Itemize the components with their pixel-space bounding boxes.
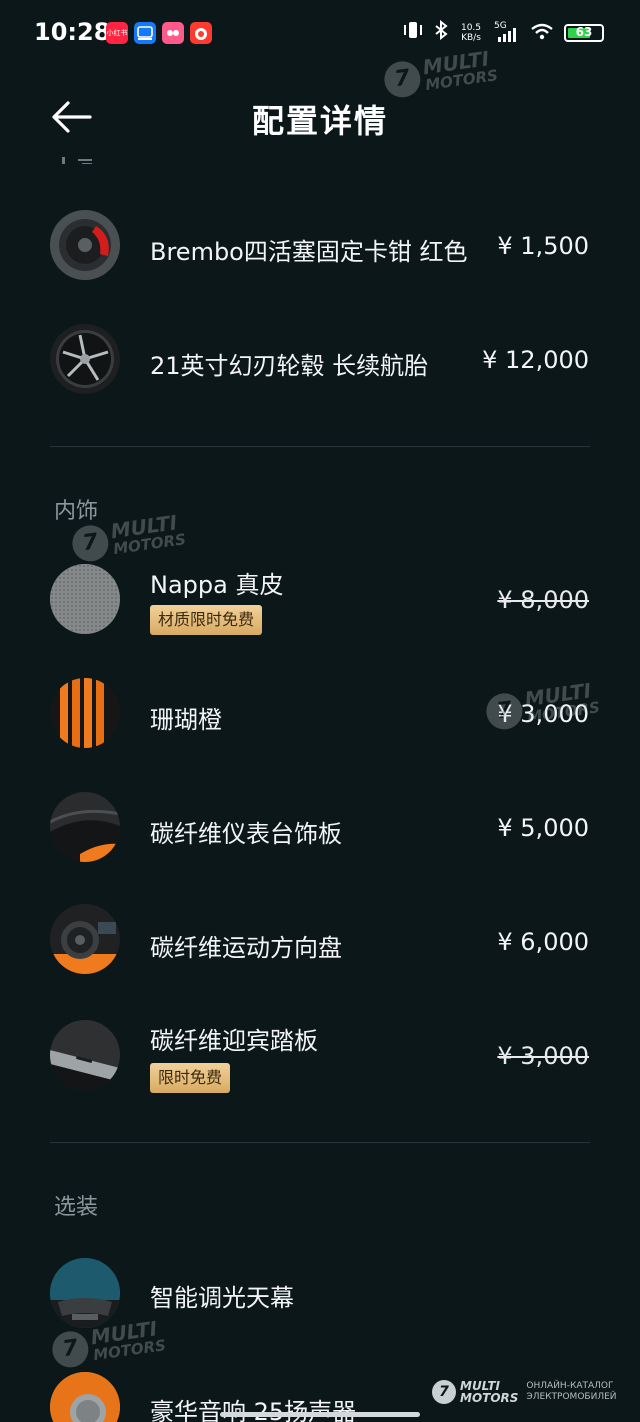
battery-level: 63 bbox=[575, 24, 593, 39]
item-price-struck: ¥ 3,000 bbox=[497, 1042, 589, 1070]
status-time: 10:28 bbox=[34, 18, 111, 46]
net-speed-unit: KB/s bbox=[461, 32, 481, 43]
promo-badge: 限时免费 bbox=[150, 1063, 231, 1093]
list-item-nappa-leather[interactable]: Nappa 真皮 材质限时免费 ¥ 8,000 bbox=[0, 548, 640, 658]
home-indicator[interactable] bbox=[220, 1412, 420, 1417]
item-price: ¥ 1,500 bbox=[497, 232, 589, 260]
item-name: 碳纤维仪表台饰板 bbox=[150, 820, 342, 848]
door-sill-thumb bbox=[50, 1020, 120, 1090]
list-item-door-sill[interactable]: 碳纤维迎宾踏板 限时免费 ¥ 3,000 bbox=[0, 1004, 640, 1114]
steering-wheel-thumb bbox=[50, 904, 120, 974]
item-name: 碳纤维运动方向盘 bbox=[150, 934, 342, 962]
leather-thumb bbox=[50, 564, 120, 634]
list-item-brake-caliper[interactable]: Brembo四活塞固定卡钳 红色 ¥ 1,500 bbox=[0, 198, 640, 298]
sky-roof-thumb bbox=[50, 1258, 120, 1328]
item-price: ¥ 5,000 bbox=[497, 814, 589, 842]
list-item-coral-orange[interactable]: 珊瑚橙 ¥ 3,000 bbox=[0, 664, 640, 764]
vibrate-icon bbox=[402, 20, 424, 45]
status-bar: 10:28 小红书 10.5 KB/s 5G 63 bbox=[0, 0, 640, 64]
speaker-thumb bbox=[50, 1372, 120, 1422]
alipay-icon bbox=[134, 22, 156, 44]
item-name: 碳纤维迎宾踏板 bbox=[150, 1027, 318, 1055]
cellular-signal-icon: 5G bbox=[494, 21, 520, 43]
section-header-options: 选装 bbox=[54, 1195, 99, 1220]
item-name: 珊瑚橙 bbox=[150, 706, 222, 734]
app-pink-icon bbox=[162, 22, 184, 44]
bluetooth-icon bbox=[434, 19, 448, 45]
section-header-interior: 内饰 bbox=[54, 499, 99, 524]
section-divider bbox=[50, 1142, 590, 1143]
list-item-wheel-rim[interactable]: 21英寸幻刃轮毂 长续航胎 ¥ 12,000 bbox=[0, 312, 640, 412]
net-speed: 10.5 KB/s bbox=[458, 23, 484, 43]
app-red-icon bbox=[190, 22, 212, 44]
list-item-steering-wheel[interactable]: 碳纤维运动方向盘 ¥ 6,000 bbox=[0, 892, 640, 992]
item-price: ¥ 6,000 bbox=[497, 928, 589, 956]
item-price: ¥ 3,000 bbox=[497, 700, 589, 728]
item-price: ¥ 12,000 bbox=[482, 346, 589, 374]
promo-badge: 材质限时免费 bbox=[150, 605, 263, 635]
section-header-cutoff bbox=[54, 150, 114, 164]
xiaohongshu-icon: 小红书 bbox=[106, 22, 128, 44]
brake-caliper-thumb bbox=[50, 210, 120, 280]
item-name: 21英寸幻刃轮毂 长续航胎 bbox=[150, 352, 429, 380]
battery-icon: 63 bbox=[564, 23, 604, 42]
carbon-dash-thumb bbox=[50, 792, 120, 862]
list-item-carbon-dash[interactable]: 碳纤维仪表台饰板 ¥ 5,000 bbox=[0, 778, 640, 878]
section-divider bbox=[50, 446, 590, 447]
item-name: Brembo四活塞固定卡钳 红色 bbox=[150, 238, 468, 266]
net-speed-value: 10.5 bbox=[460, 22, 482, 33]
coral-orange-thumb bbox=[50, 678, 120, 748]
item-name: Nappa 真皮 bbox=[150, 571, 284, 599]
list-item-sky-roof[interactable]: 智能调光天幕 bbox=[0, 1244, 640, 1344]
wheel-rim-thumb bbox=[50, 324, 120, 394]
system-icons: 10.5 KB/s 5G 63 bbox=[402, 19, 604, 45]
item-name: 智能调光天幕 bbox=[150, 1284, 294, 1312]
page-title: 配置详情 bbox=[251, 102, 388, 140]
notification-app-icons: 小红书 bbox=[106, 22, 212, 44]
wifi-icon bbox=[530, 21, 554, 45]
footer-watermark: 7 MULTI MOTORS ОНЛАЙН-КАТАЛОГ ЭЛЕКТРОМОБИЛ… bbox=[432, 1380, 617, 1404]
item-name: 豪华音响 25扬声器 bbox=[150, 1398, 357, 1422]
item-price-struck: ¥ 8,000 bbox=[497, 586, 589, 614]
